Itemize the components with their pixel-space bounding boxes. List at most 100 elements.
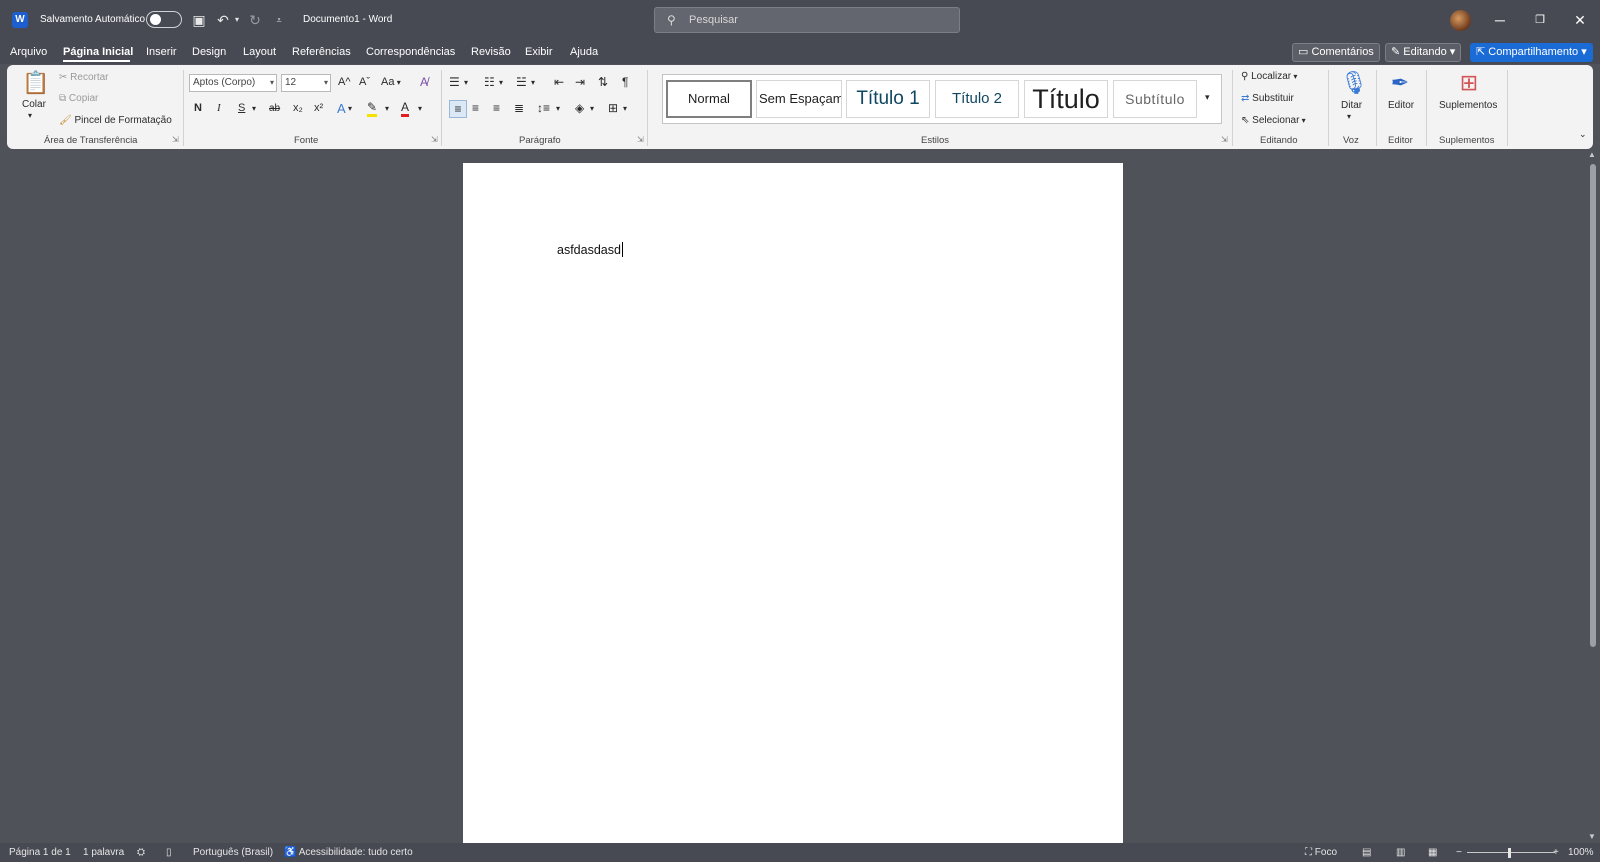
addins-grid-icon[interactable]: ⊞: [1457, 70, 1481, 96]
addins-label[interactable]: Suplementos: [1439, 100, 1497, 111]
clear-formatting-icon[interactable]: A̸: [420, 75, 428, 89]
paste-label[interactable]: Colar: [22, 99, 46, 110]
bold-button[interactable]: N: [194, 102, 202, 114]
proofing-icon[interactable]: ⛭: [137, 847, 145, 858]
page-count[interactable]: Página 1 de 1: [9, 847, 71, 858]
format-painter-button[interactable]: 🖌 Pincel de Formatação: [59, 115, 172, 126]
microphone-icon[interactable]: 🎙: [1340, 70, 1368, 96]
show-formatting-icon[interactable]: ¶: [622, 75, 628, 89]
line-spacing-icon[interactable]: ↕≡: [537, 101, 550, 115]
autosave-toggle[interactable]: [146, 11, 182, 28]
sort-icon[interactable]: ⇅: [598, 75, 608, 89]
line-spacing-dropdown-icon[interactable]: ▾: [556, 104, 560, 113]
zoom-slider-thumb[interactable]: [1508, 848, 1511, 858]
style-title[interactable]: Título: [1024, 80, 1108, 118]
select-button[interactable]: ⇖ Selecionar ▾: [1241, 115, 1306, 126]
font-color-dropdown-icon[interactable]: ▾: [418, 104, 422, 113]
underline-dropdown-icon[interactable]: ▾: [252, 104, 256, 113]
styles-more-icon[interactable]: ▾: [1205, 92, 1210, 103]
restore-icon[interactable]: ❐: [1520, 0, 1560, 40]
strikethrough-button[interactable]: ab: [269, 103, 280, 114]
tab-layout[interactable]: Layout: [243, 46, 276, 58]
save-icon[interactable]: ▣: [188, 10, 210, 30]
search-box[interactable]: ⚲ Pesquisar: [654, 7, 960, 33]
avatar[interactable]: [1450, 10, 1471, 31]
word-count[interactable]: 1 palavra: [83, 847, 124, 858]
borders-icon[interactable]: ⊞: [608, 101, 618, 115]
align-left-icon[interactable]: ≡: [449, 100, 467, 118]
replace-button[interactable]: ⇄ Substituir: [1241, 93, 1294, 104]
borders-dropdown-icon[interactable]: ▾: [623, 104, 627, 113]
tab-design[interactable]: Design: [192, 46, 226, 58]
zoom-out-icon[interactable]: −: [1456, 847, 1462, 858]
editor-label[interactable]: Editor: [1388, 100, 1414, 111]
style-normal[interactable]: Normal: [666, 80, 752, 118]
tab-revisao[interactable]: Revisão: [471, 46, 511, 58]
underline-button[interactable]: S: [238, 102, 245, 114]
editor-pen-icon[interactable]: ✒: [1388, 70, 1412, 96]
language-label[interactable]: Português (Brasil): [193, 847, 273, 858]
style-heading-1[interactable]: Título 1: [846, 80, 930, 118]
tab-referencias[interactable]: Referências: [292, 46, 351, 58]
change-case-button[interactable]: Aa ▾: [381, 76, 401, 88]
minimize-icon[interactable]: ─: [1480, 0, 1520, 40]
collapse-ribbon-icon[interactable]: ⌄: [1579, 129, 1587, 140]
paste-icon[interactable]: 📋: [22, 70, 49, 98]
paragraph-launcher-icon[interactable]: ⇲: [637, 135, 644, 144]
styles-launcher-icon[interactable]: ⇲: [1221, 135, 1228, 144]
multilevel-list-icon[interactable]: ☱: [516, 75, 527, 89]
dictate-label[interactable]: Ditar: [1341, 100, 1362, 111]
font-size-combo[interactable]: 12 ▾: [281, 74, 331, 92]
numbering-dropdown-icon[interactable]: ▾: [499, 78, 503, 87]
font-launcher-icon[interactable]: ⇲: [431, 135, 438, 144]
share-button[interactable]: ⇱ Compartilhamento ▾: [1470, 43, 1593, 62]
dictate-dropdown-icon[interactable]: ▾: [1347, 112, 1351, 121]
cut-button[interactable]: ✂ Recortar: [59, 72, 109, 83]
read-mode-icon[interactable]: ▤: [1362, 847, 1371, 858]
zoom-slider-track[interactable]: [1467, 852, 1555, 853]
numbering-icon[interactable]: ☷: [484, 75, 495, 89]
align-center-icon[interactable]: ≡: [472, 101, 479, 115]
copy-button[interactable]: ⧉ Copiar: [59, 93, 98, 104]
style-heading-2[interactable]: Título 2: [935, 80, 1019, 118]
justify-icon[interactable]: ≣: [514, 101, 524, 115]
superscript-button[interactable]: x²: [314, 102, 323, 114]
tab-correspondencias[interactable]: Correspondências: [366, 46, 455, 58]
decrease-indent-icon[interactable]: ⇤: [554, 75, 564, 89]
tab-ajuda[interactable]: Ajuda: [570, 46, 598, 58]
increase-indent-icon[interactable]: ⇥: [575, 75, 585, 89]
redo-icon[interactable]: ↻: [244, 10, 266, 30]
zoom-level[interactable]: 100%: [1568, 847, 1594, 858]
tab-arquivo[interactable]: Arquivo: [10, 46, 47, 58]
close-icon[interactable]: ✕: [1560, 0, 1600, 40]
document-page[interactable]: asfdasdasd: [463, 163, 1123, 843]
align-right-icon[interactable]: ≡: [493, 101, 500, 115]
print-layout-icon[interactable]: ▥: [1396, 847, 1405, 858]
tab-exibir[interactable]: Exibir: [525, 46, 553, 58]
paste-dropdown-icon[interactable]: ▾: [28, 111, 32, 120]
font-color-icon[interactable]: A: [401, 100, 410, 117]
grow-font-button[interactable]: A^: [338, 76, 351, 88]
find-button[interactable]: ⚲ Localizar ▾: [1241, 71, 1297, 82]
shading-dropdown-icon[interactable]: ▾: [590, 104, 594, 113]
text-effects-icon[interactable]: A: [337, 101, 346, 116]
shrink-font-button[interactable]: Aˇ: [359, 76, 370, 88]
italic-button[interactable]: I: [217, 102, 221, 114]
zoom-in-icon[interactable]: +: [1553, 847, 1559, 858]
bullets-dropdown-icon[interactable]: ▾: [464, 78, 468, 87]
accessibility-status[interactable]: ♿ Acessibilidade: tudo certo: [284, 847, 413, 858]
bullets-icon[interactable]: ☰: [449, 75, 460, 89]
book-icon[interactable]: ▯: [166, 847, 172, 858]
web-layout-icon[interactable]: ▦: [1428, 847, 1437, 858]
tab-pagina-inicial[interactable]: Página Inicial: [63, 46, 133, 58]
scroll-thumb[interactable]: [1590, 164, 1596, 647]
editing-mode-button[interactable]: ✎ Editando ▾: [1385, 43, 1462, 62]
document-body[interactable]: asfdasdasd: [557, 242, 623, 257]
clipboard-launcher-icon[interactable]: ⇲: [172, 135, 179, 144]
focus-button[interactable]: ⛶ Foco: [1305, 847, 1337, 858]
customize-toolbar-icon[interactable]: ⩡: [268, 10, 290, 30]
scroll-up-icon[interactable]: ▲: [1588, 150, 1596, 159]
vertical-scrollbar[interactable]: ▲ ▼: [1586, 150, 1600, 844]
style-no-spacing[interactable]: Sem Espaçamento: [756, 80, 842, 118]
scroll-down-icon[interactable]: ▼: [1588, 832, 1596, 841]
